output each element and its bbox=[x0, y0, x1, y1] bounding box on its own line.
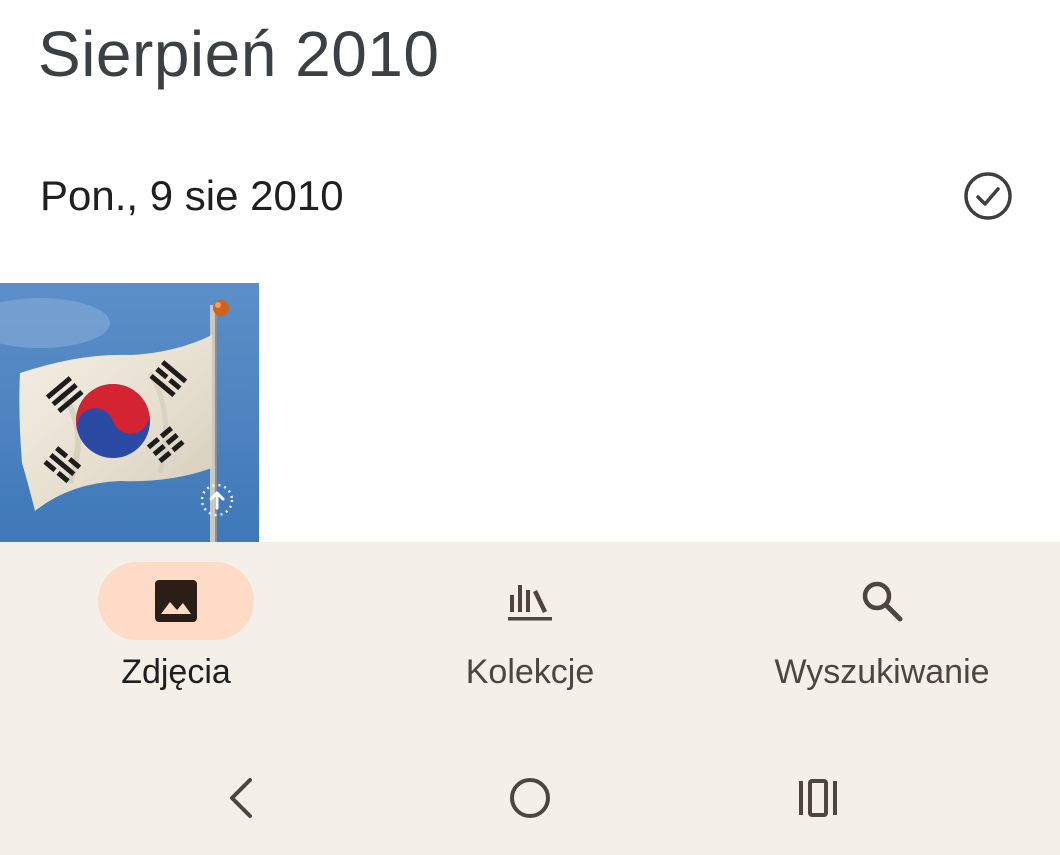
photo-grid bbox=[0, 283, 1060, 542]
upload-pending-icon bbox=[199, 482, 235, 518]
bottom-navigation: Zdjęcia Kolekcje Wyszukiwanie bbox=[0, 542, 1060, 855]
photo-icon bbox=[152, 577, 200, 625]
nav-label-collections: Kolekcje bbox=[465, 653, 595, 691]
photo-thumbnail[interactable] bbox=[0, 283, 259, 542]
nav-label-search: Wyszukiwanie bbox=[774, 653, 990, 691]
month-title: Sierpień 2010 bbox=[38, 18, 440, 90]
photos-app-screen: Sierpień 2010 Pon., 9 sie 2010 Zdjęcia K… bbox=[0, 0, 1060, 855]
back-chevron-icon[interactable] bbox=[212, 768, 272, 828]
search-icon bbox=[858, 577, 906, 625]
nav-item-search[interactable]: Wyszukiwanie bbox=[732, 562, 1032, 712]
check-circle-icon[interactable] bbox=[962, 170, 1014, 222]
date-label: Pon., 9 sie 2010 bbox=[40, 172, 344, 219]
nav-item-collections[interactable]: Kolekcje bbox=[380, 562, 680, 712]
recents-icon[interactable] bbox=[788, 768, 848, 828]
nav-label-photos: Zdjęcia bbox=[121, 653, 231, 691]
library-icon bbox=[506, 577, 554, 625]
day-group-header: Pon., 9 sie 2010 bbox=[0, 160, 1060, 232]
system-navigation-bar bbox=[0, 728, 1060, 855]
home-circle-icon[interactable] bbox=[500, 768, 560, 828]
nav-item-photos[interactable]: Zdjęcia bbox=[26, 562, 326, 712]
